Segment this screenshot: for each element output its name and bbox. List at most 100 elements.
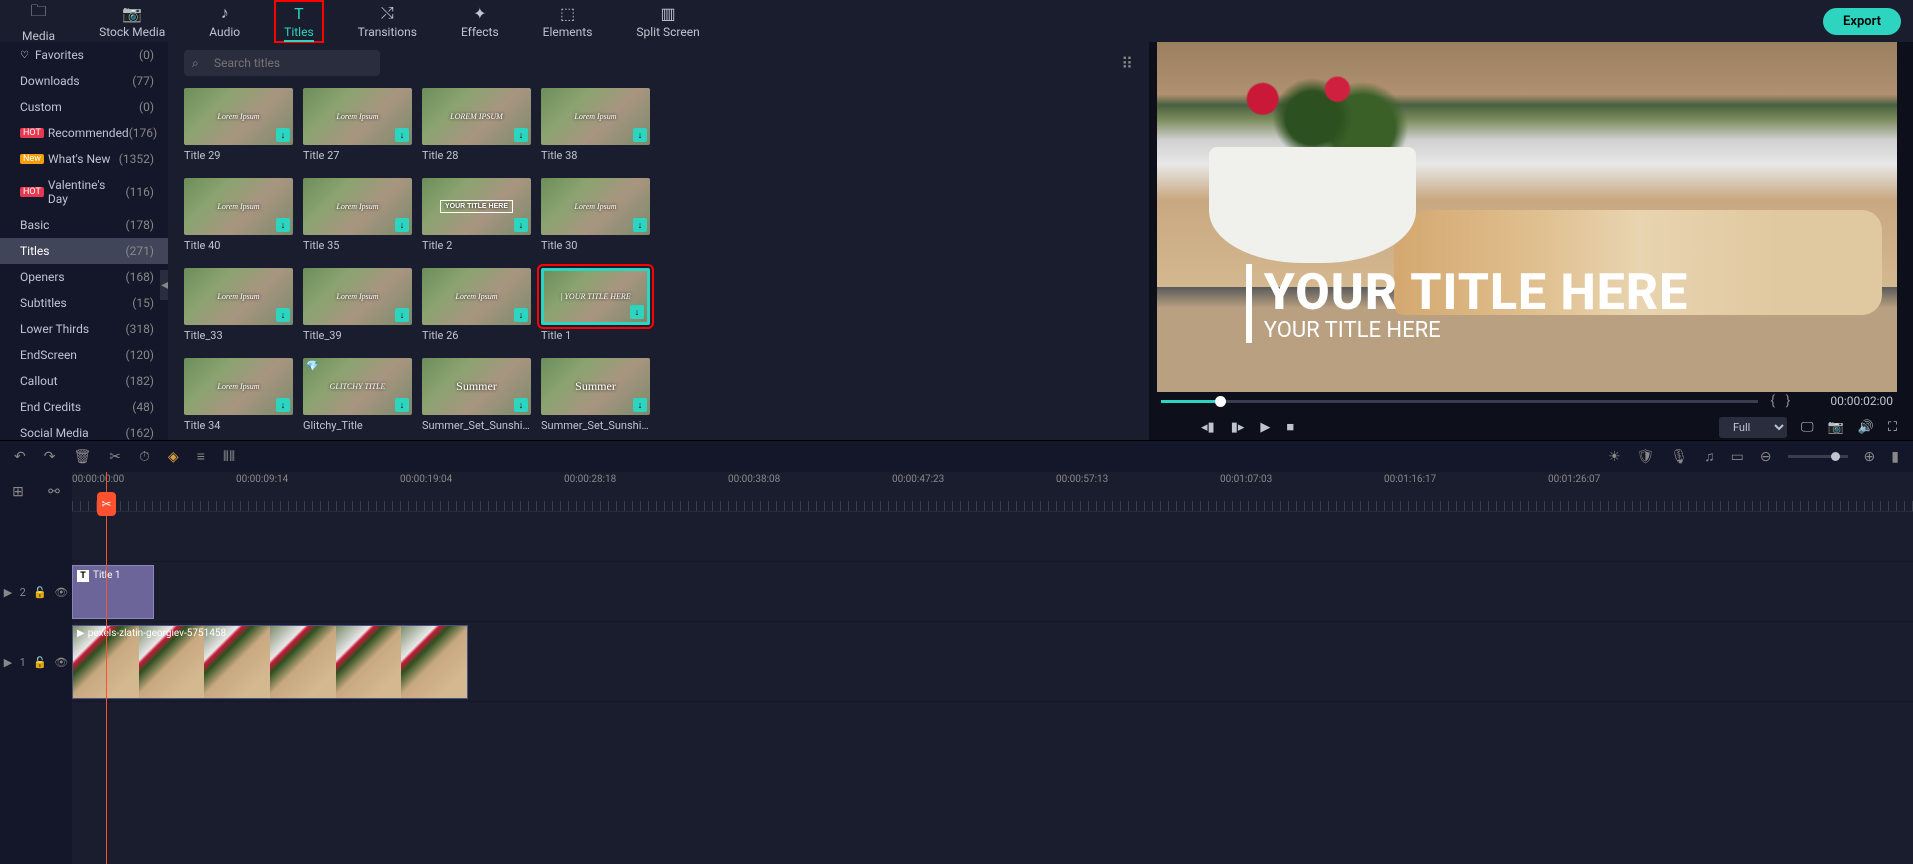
track-header-2[interactable]: ▶ 2 🔓 👁 bbox=[0, 562, 72, 622]
sidebar-item-favorites[interactable]: ♡Favorites(0) bbox=[0, 42, 168, 68]
download-icon[interactable]: ↓ bbox=[395, 128, 409, 142]
speed-button[interactable]: ⏱ bbox=[139, 449, 150, 465]
playback-quality-select[interactable]: Full bbox=[1719, 417, 1787, 438]
sidebar-item-callout[interactable]: Callout(182) bbox=[0, 368, 168, 394]
sidebar-item-end-credits[interactable]: End Credits(48) bbox=[0, 394, 168, 420]
audio-wave-button[interactable]: ⦀⦀ bbox=[223, 449, 235, 465]
scrub-track[interactable] bbox=[1161, 400, 1758, 403]
undo-button[interactable]: ↶ bbox=[14, 449, 26, 465]
marker-button[interactable]: 🛡 bbox=[1637, 449, 1655, 465]
sidebar-item-titles[interactable]: Titles(271) bbox=[0, 238, 168, 264]
tab-titles[interactable]: TTitles bbox=[274, 0, 323, 43]
manage-tracks-icon[interactable]: ⊞ bbox=[12, 484, 24, 500]
tab-split-screen[interactable]: ▥Split Screen bbox=[626, 2, 709, 41]
split-button[interactable]: ✂ bbox=[109, 449, 121, 465]
download-icon[interactable]: ↓ bbox=[514, 128, 528, 142]
download-icon[interactable]: ↓ bbox=[276, 218, 290, 232]
download-icon[interactable]: ↓ bbox=[514, 218, 528, 232]
title-thumb[interactable]: | YOUR TITLE HERE↓Title 1 bbox=[541, 268, 650, 342]
title-thumb[interactable]: Lorem Ipsum↓Title 26 bbox=[422, 268, 531, 342]
tab-stock-media[interactable]: 📷Stock Media bbox=[89, 2, 175, 41]
voiceover-button[interactable]: 🎙 bbox=[1670, 449, 1688, 465]
prev-frame-button[interactable]: ◂▮ bbox=[1201, 420, 1215, 435]
title-clip[interactable]: T Title 1 bbox=[72, 565, 154, 619]
render-button[interactable]: ☀ bbox=[1608, 449, 1621, 465]
scrub-playhead[interactable] bbox=[1215, 396, 1226, 407]
sidebar-item-endscreen[interactable]: EndScreen(120) bbox=[0, 342, 168, 368]
visibility-icon[interactable]: 👁 bbox=[54, 656, 68, 669]
title-thumb[interactable]: Lorem Ipsum↓Title 30 bbox=[541, 178, 650, 252]
title-thumb[interactable]: Lorem Ipsum↓Title 40 bbox=[184, 178, 293, 252]
sidebar-item-subtitles[interactable]: Subtitles(15) bbox=[0, 290, 168, 316]
fullscreen-icon[interactable]: ⛶ bbox=[1888, 420, 1897, 435]
download-icon[interactable]: ↓ bbox=[395, 218, 409, 232]
lock-icon[interactable]: 🔓 bbox=[33, 656, 47, 669]
tab-transitions[interactable]: ⤭Transitions bbox=[348, 1, 427, 41]
stop-button[interactable]: ■ bbox=[1286, 419, 1294, 435]
download-icon[interactable]: ↓ bbox=[514, 398, 528, 412]
title-thumb[interactable]: LOREM IPSUM↓Title 28 bbox=[422, 88, 531, 162]
sidebar-item-social-media[interactable]: Social Media(162) bbox=[0, 420, 168, 440]
play-button[interactable]: ▶ bbox=[1260, 420, 1270, 435]
title-thumb[interactable]: Summer↓Summer_Set_Sunshi... bbox=[541, 358, 650, 432]
zoom-in-button[interactable]: ⊕ bbox=[1864, 449, 1876, 465]
title-thumb[interactable]: Lorem Ipsum↓Title 35 bbox=[303, 178, 412, 252]
title-thumb[interactable]: Lorem Ipsum↓Title 34 bbox=[184, 358, 293, 432]
download-icon[interactable]: ↓ bbox=[633, 398, 647, 412]
download-icon[interactable]: ↓ bbox=[276, 128, 290, 142]
snapshot-icon[interactable]: 📷 bbox=[1828, 420, 1844, 435]
sidebar-item-valentine-s-day[interactable]: HOTValentine's Day(116) bbox=[0, 172, 168, 212]
grid-view-icon[interactable]: ⠿ bbox=[1121, 54, 1133, 73]
download-icon[interactable]: ↓ bbox=[633, 218, 647, 232]
tab-elements[interactable]: ⬚Elements bbox=[533, 2, 603, 41]
sidebar-item-basic[interactable]: Basic(178) bbox=[0, 212, 168, 238]
sidebar-item-lower-thirds[interactable]: Lower Thirds(318) bbox=[0, 316, 168, 342]
title-thumb[interactable]: Lorem Ipsum↓Title_39 bbox=[303, 268, 412, 342]
visibility-icon[interactable]: 👁 bbox=[54, 586, 68, 599]
redo-button[interactable]: ↷ bbox=[44, 449, 56, 465]
video-track[interactable]: ▶pexels-zlatin-georgiev-5751458 bbox=[72, 622, 1913, 702]
title-thumb[interactable]: Lorem Ipsum↓Title 38 bbox=[541, 88, 650, 162]
download-icon[interactable]: ↓ bbox=[276, 398, 290, 412]
track-header-1[interactable]: ▶ 1 🔓 👁 bbox=[0, 622, 72, 702]
sidebar-item-recommended[interactable]: HOTRecommended(176) bbox=[0, 120, 168, 146]
video-clip[interactable]: ▶pexels-zlatin-georgiev-5751458 bbox=[72, 625, 468, 699]
preview-screen[interactable]: YOUR TITLE HERE YOUR TITLE HERE bbox=[1157, 42, 1897, 392]
adjust-button[interactable]: ≡ bbox=[197, 448, 205, 465]
timeline-settings-icon[interactable]: ▮ bbox=[1891, 449, 1899, 465]
sidebar-item-downloads[interactable]: Downloads(77) bbox=[0, 68, 168, 94]
sidebar-item-custom[interactable]: Custom(0) bbox=[0, 94, 168, 120]
zoom-out-button[interactable]: ⊖ bbox=[1760, 449, 1772, 465]
music-button[interactable]: ♫ bbox=[1704, 448, 1715, 465]
tab-audio[interactable]: ♪Audio bbox=[199, 1, 250, 41]
preview-scrubber[interactable]: { } 00:00:02:00 bbox=[1157, 392, 1897, 410]
display-settings-icon[interactable]: 🖵 bbox=[1801, 420, 1814, 435]
delete-button[interactable]: 🗑 bbox=[73, 449, 91, 465]
title-thumb[interactable]: Lorem Ipsum↓Title 27 bbox=[303, 88, 412, 162]
link-tracks-icon[interactable]: ⚯ bbox=[48, 484, 60, 500]
crop-button[interactable]: ▭ bbox=[1731, 449, 1744, 465]
title-thumb[interactable]: Lorem Ipsum↓Title 29 bbox=[184, 88, 293, 162]
title-track[interactable]: T Title 1 bbox=[72, 562, 1913, 622]
sidebar-item-openers[interactable]: Openers(168) bbox=[0, 264, 168, 290]
title-thumb[interactable]: YOUR TITLE HERE↓Title 2 bbox=[422, 178, 531, 252]
download-icon[interactable]: ↓ bbox=[395, 308, 409, 322]
title-thumb[interactable]: Summer↓Summer_Set_Sunshi... bbox=[422, 358, 531, 432]
download-icon[interactable]: ↓ bbox=[633, 128, 647, 142]
timeline-body[interactable]: 00:00:00:0000:00:09:1400:00:19:0400:00:2… bbox=[72, 472, 1913, 864]
next-frame-button[interactable]: ▮▸ bbox=[1231, 420, 1245, 435]
download-icon[interactable]: ↓ bbox=[276, 308, 290, 322]
search-input[interactable] bbox=[184, 50, 380, 76]
download-icon[interactable]: ↓ bbox=[630, 305, 644, 319]
timeline-ruler[interactable]: 00:00:00:0000:00:09:1400:00:19:0400:00:2… bbox=[72, 472, 1913, 512]
sidebar-item-what-s-new[interactable]: NewWhat's New(1352) bbox=[0, 146, 168, 172]
title-thumb[interactable]: 💎GLITCHY TITLE↓Glitchy_Title bbox=[303, 358, 412, 432]
title-thumb[interactable]: Lorem Ipsum↓Title_33 bbox=[184, 268, 293, 342]
volume-icon[interactable]: 🔊 bbox=[1858, 420, 1874, 435]
sidebar-collapse-button[interactable]: ◀ bbox=[160, 270, 168, 300]
download-icon[interactable]: ↓ bbox=[395, 398, 409, 412]
export-button[interactable]: Export bbox=[1823, 8, 1901, 35]
timeline-playhead[interactable]: ✂ bbox=[106, 472, 107, 864]
tab-media[interactable]: 🗀Media bbox=[12, 0, 65, 45]
lock-icon[interactable]: 🔓 bbox=[33, 586, 47, 599]
